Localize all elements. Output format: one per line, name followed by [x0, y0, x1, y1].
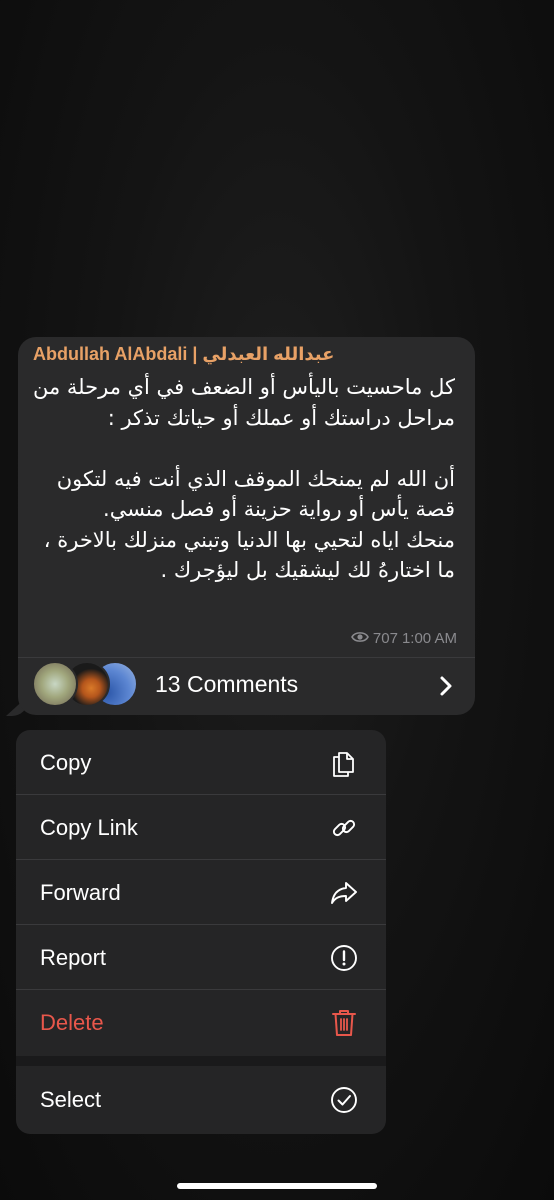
copy-icon: [329, 748, 359, 778]
menu-item-label: Forward: [40, 879, 121, 905]
link-icon: [329, 813, 359, 843]
eye-icon: [351, 630, 369, 647]
context-menu: Copy Copy Link Forward Report Delete Sel…: [16, 730, 386, 1134]
menu-item-label: Delete: [40, 1009, 104, 1035]
menu-item-delete[interactable]: Delete: [16, 990, 386, 1055]
chevron-right-icon: [435, 674, 457, 698]
menu-item-label: Report: [40, 944, 107, 970]
comments-label: 13 Comments: [155, 671, 299, 697]
message-text: كل ماحسيت باليأس أو الضعف في أي مرحلة من…: [33, 375, 455, 582]
menu-item-label: Copy: [40, 749, 92, 775]
menu-item-label: Copy Link: [40, 814, 138, 840]
menu-item-report[interactable]: Report: [16, 925, 386, 990]
menu-group-gap: [16, 1056, 386, 1066]
comments-button[interactable]: 13 Comments: [18, 658, 475, 715]
view-count: 707: [372, 630, 398, 647]
trash-icon: [329, 1008, 359, 1038]
sender-name[interactable]: Abdullah AlAbdali | عبدالله العبدلي: [33, 344, 334, 365]
message-time: 1:00 AM: [401, 630, 457, 647]
exclamation-circle-icon: [329, 943, 359, 973]
home-indicator[interactable]: [177, 1183, 377, 1189]
menu-item-label: Select: [40, 1086, 102, 1112]
menu-item-copy-link[interactable]: Copy Link: [16, 795, 386, 860]
menu-item-select[interactable]: Select: [16, 1067, 386, 1132]
menu-item-forward[interactable]: Forward: [16, 860, 386, 925]
avatar: [32, 661, 78, 707]
forward-icon: [329, 878, 359, 908]
menu-item-copy[interactable]: Copy: [16, 730, 386, 795]
checkmark-circle-icon: [329, 1085, 359, 1115]
message-bubble[interactable]: Abdullah AlAbdali | عبدالله العبدلي كل م…: [18, 337, 475, 715]
message-meta: 707 1:00 AM: [351, 630, 457, 647]
